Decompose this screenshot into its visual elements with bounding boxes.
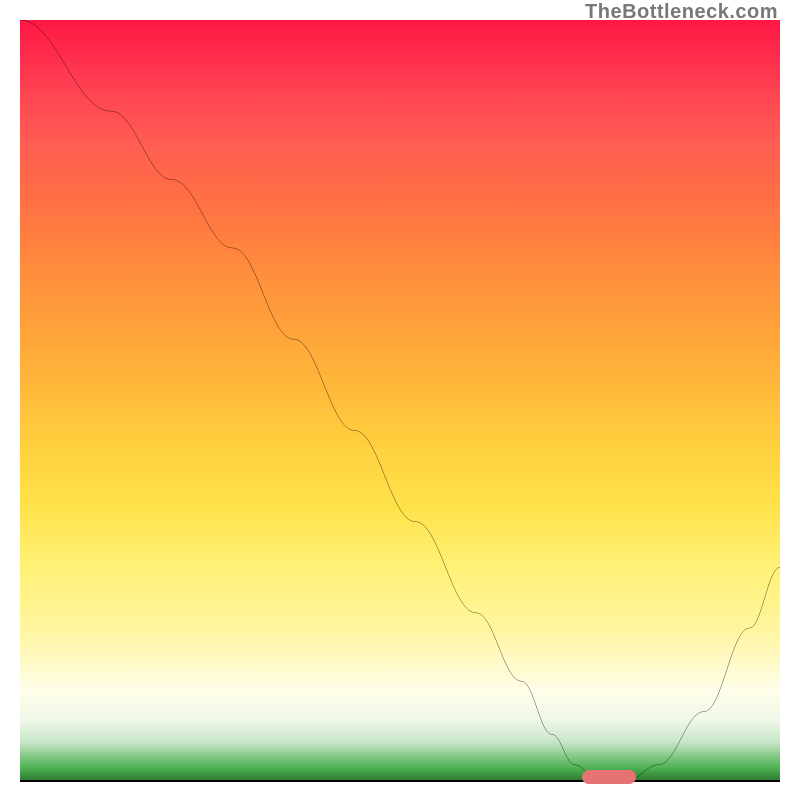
x-axis-line [20, 780, 780, 782]
bottleneck-curve-path [20, 20, 780, 780]
curve-svg [20, 20, 780, 780]
bottleneck-chart: TheBottleneck.com [0, 0, 800, 800]
optimum-marker [582, 770, 635, 784]
